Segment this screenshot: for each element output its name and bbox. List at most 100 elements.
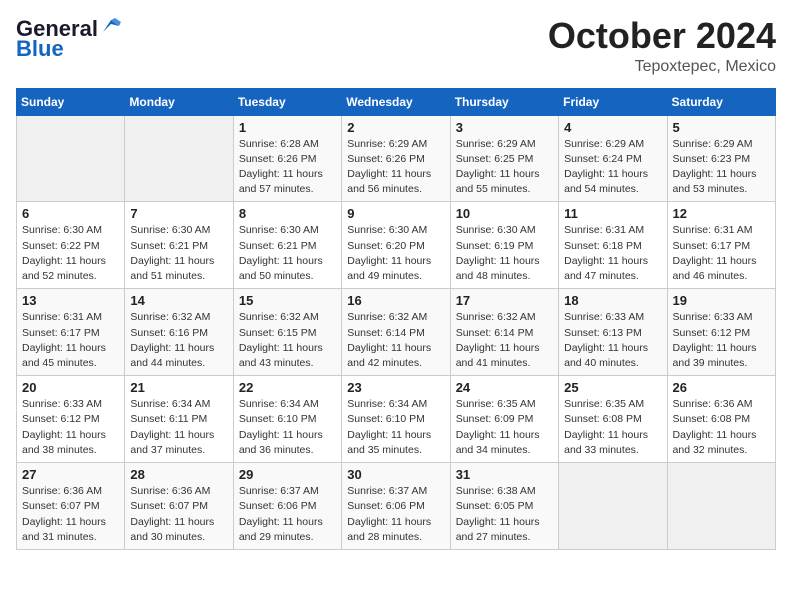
calendar-cell: 8Sunrise: 6:30 AMSunset: 6:21 PMDaylight… xyxy=(233,202,341,289)
calendar-cell: 1Sunrise: 6:28 AMSunset: 6:26 PMDaylight… xyxy=(233,115,341,202)
day-info: Sunrise: 6:32 AMSunset: 6:14 PMDaylight:… xyxy=(347,310,444,371)
calendar-cell xyxy=(125,115,233,202)
day-number: 11 xyxy=(564,206,661,221)
day-info: Sunrise: 6:30 AMSunset: 6:22 PMDaylight:… xyxy=(22,223,119,284)
calendar-cell: 31Sunrise: 6:38 AMSunset: 6:05 PMDayligh… xyxy=(450,463,558,550)
day-number: 18 xyxy=(564,293,661,308)
weekday-header: Tuesday xyxy=(233,88,341,115)
calendar-cell: 21 Sunrise: 6:34 AMSunset: 6:11 PMDayligh… xyxy=(125,376,233,463)
logo: General Blue xyxy=(16,16,121,62)
calendar-cell: 13 Sunrise: 6:31 AMSunset: 6:17 PMDayligh… xyxy=(17,289,125,376)
logo-bird-icon xyxy=(99,18,121,36)
day-number: 22 xyxy=(239,380,336,395)
day-info: Sunrise: 6:32 AMSunset: 6:15 PMDaylight:… xyxy=(239,310,336,371)
day-number: 15 xyxy=(239,293,336,308)
calendar-cell: 26 Sunrise: 6:36 AMSunset: 6:08 PMDayligh… xyxy=(667,376,775,463)
calendar-cell: 10Sunrise: 6:30 AMSunset: 6:19 PMDayligh… xyxy=(450,202,558,289)
day-number: 21 xyxy=(130,380,227,395)
day-number: 9 xyxy=(347,206,444,221)
day-info: Sunrise: 6:33 AMSunset: 6:12 PMDaylight:… xyxy=(673,310,770,371)
day-number: 26 xyxy=(673,380,770,395)
day-number: 14 xyxy=(130,293,227,308)
day-number: 10 xyxy=(456,206,553,221)
calendar-cell: 5Sunrise: 6:29 AMSunset: 6:23 PMDaylight… xyxy=(667,115,775,202)
day-info: Sunrise: 6:29 AMSunset: 6:24 PMDaylight:… xyxy=(564,137,661,198)
calendar-cell: 6Sunrise: 6:30 AMSunset: 6:22 PMDaylight… xyxy=(17,202,125,289)
day-info: Sunrise: 6:36 AMSunset: 6:07 PMDaylight:… xyxy=(22,484,119,545)
day-info: Sunrise: 6:33 AMSunset: 6:12 PMDaylight:… xyxy=(22,397,119,458)
day-info: Sunrise: 6:31 AMSunset: 6:17 PMDaylight:… xyxy=(673,223,770,284)
title-block: October 2024 Tepoxtepec, Mexico xyxy=(548,16,776,76)
logo-blue: Blue xyxy=(16,36,64,62)
weekday-header: Monday xyxy=(125,88,233,115)
calendar-cell: 2 Sunrise: 6:29 AMSunset: 6:26 PMDaylight… xyxy=(342,115,450,202)
calendar-table: SundayMondayTuesdayWednesdayThursdayFrid… xyxy=(16,88,776,550)
calendar-cell: 11 Sunrise: 6:31 AMSunset: 6:18 PMDayligh… xyxy=(559,202,667,289)
calendar-cell: 9Sunrise: 6:30 AMSunset: 6:20 PMDaylight… xyxy=(342,202,450,289)
day-info: Sunrise: 6:35 AMSunset: 6:09 PMDaylight:… xyxy=(456,397,553,458)
day-info: Sunrise: 6:29 AMSunset: 6:26 PMDaylight:… xyxy=(347,137,444,198)
day-number: 19 xyxy=(673,293,770,308)
weekday-header: Saturday xyxy=(667,88,775,115)
day-number: 25 xyxy=(564,380,661,395)
calendar-cell xyxy=(667,463,775,550)
day-number: 3 xyxy=(456,120,553,135)
calendar-cell: 27 Sunrise: 6:36 AMSunset: 6:07 PMDayligh… xyxy=(17,463,125,550)
calendar-cell: 24 Sunrise: 6:35 AMSunset: 6:09 PMDayligh… xyxy=(450,376,558,463)
calendar-cell: 22 Sunrise: 6:34 AMSunset: 6:10 PMDayligh… xyxy=(233,376,341,463)
calendar-cell: 19 Sunrise: 6:33 AMSunset: 6:12 PMDayligh… xyxy=(667,289,775,376)
day-number: 30 xyxy=(347,467,444,482)
day-number: 27 xyxy=(22,467,119,482)
calendar-cell xyxy=(17,115,125,202)
day-number: 13 xyxy=(22,293,119,308)
day-info: Sunrise: 6:30 AMSunset: 6:21 PMDaylight:… xyxy=(130,223,227,284)
calendar-cell: 16 Sunrise: 6:32 AMSunset: 6:14 PMDayligh… xyxy=(342,289,450,376)
day-info: Sunrise: 6:36 AMSunset: 6:07 PMDaylight:… xyxy=(130,484,227,545)
day-number: 12 xyxy=(673,206,770,221)
calendar-cell: 30 Sunrise: 6:37 AMSunset: 6:06 PMDayligh… xyxy=(342,463,450,550)
day-info: Sunrise: 6:33 AMSunset: 6:13 PMDaylight:… xyxy=(564,310,661,371)
calendar-cell xyxy=(559,463,667,550)
day-info: Sunrise: 6:36 AMSunset: 6:08 PMDaylight:… xyxy=(673,397,770,458)
day-info: Sunrise: 6:29 AMSunset: 6:25 PMDaylight:… xyxy=(456,137,553,198)
day-number: 16 xyxy=(347,293,444,308)
day-number: 17 xyxy=(456,293,553,308)
weekday-header: Thursday xyxy=(450,88,558,115)
day-number: 29 xyxy=(239,467,336,482)
calendar-cell: 12 Sunrise: 6:31 AMSunset: 6:17 PMDayligh… xyxy=(667,202,775,289)
day-info: Sunrise: 6:34 AMSunset: 6:11 PMDaylight:… xyxy=(130,397,227,458)
calendar-cell: 4Sunrise: 6:29 AMSunset: 6:24 PMDaylight… xyxy=(559,115,667,202)
day-number: 7 xyxy=(130,206,227,221)
calendar-cell: 29 Sunrise: 6:37 AMSunset: 6:06 PMDayligh… xyxy=(233,463,341,550)
calendar-cell: 25 Sunrise: 6:35 AMSunset: 6:08 PMDayligh… xyxy=(559,376,667,463)
calendar-cell: 28 Sunrise: 6:36 AMSunset: 6:07 PMDayligh… xyxy=(125,463,233,550)
day-info: Sunrise: 6:37 AMSunset: 6:06 PMDaylight:… xyxy=(347,484,444,545)
calendar-cell: 15 Sunrise: 6:32 AMSunset: 6:15 PMDayligh… xyxy=(233,289,341,376)
calendar-cell: 3 Sunrise: 6:29 AMSunset: 6:25 PMDaylight… xyxy=(450,115,558,202)
day-info: Sunrise: 6:31 AMSunset: 6:18 PMDaylight:… xyxy=(564,223,661,284)
day-info: Sunrise: 6:38 AMSunset: 6:05 PMDaylight:… xyxy=(456,484,553,545)
day-info: Sunrise: 6:29 AMSunset: 6:23 PMDaylight:… xyxy=(673,137,770,198)
day-info: Sunrise: 6:34 AMSunset: 6:10 PMDaylight:… xyxy=(239,397,336,458)
day-info: Sunrise: 6:32 AMSunset: 6:16 PMDaylight:… xyxy=(130,310,227,371)
month-title: October 2024 xyxy=(548,16,776,56)
day-info: Sunrise: 6:30 AMSunset: 6:21 PMDaylight:… xyxy=(239,223,336,284)
page-header: General Blue October 2024 Tepoxtepec, Me… xyxy=(16,16,776,76)
day-info: Sunrise: 6:34 AMSunset: 6:10 PMDaylight:… xyxy=(347,397,444,458)
day-info: Sunrise: 6:28 AMSunset: 6:26 PMDaylight:… xyxy=(239,137,336,198)
day-info: Sunrise: 6:31 AMSunset: 6:17 PMDaylight:… xyxy=(22,310,119,371)
weekday-header: Sunday xyxy=(17,88,125,115)
calendar-cell: 7 Sunrise: 6:30 AMSunset: 6:21 PMDaylight… xyxy=(125,202,233,289)
day-info: Sunrise: 6:35 AMSunset: 6:08 PMDaylight:… xyxy=(564,397,661,458)
calendar-cell: 14 Sunrise: 6:32 AMSunset: 6:16 PMDayligh… xyxy=(125,289,233,376)
day-info: Sunrise: 6:37 AMSunset: 6:06 PMDaylight:… xyxy=(239,484,336,545)
calendar-cell: 23 Sunrise: 6:34 AMSunset: 6:10 PMDayligh… xyxy=(342,376,450,463)
day-number: 24 xyxy=(456,380,553,395)
day-number: 23 xyxy=(347,380,444,395)
weekday-header: Friday xyxy=(559,88,667,115)
day-number: 2 xyxy=(347,120,444,135)
calendar-cell: 20Sunrise: 6:33 AMSunset: 6:12 PMDayligh… xyxy=(17,376,125,463)
location-title: Tepoxtepec, Mexico xyxy=(548,58,776,76)
day-number: 28 xyxy=(130,467,227,482)
day-info: Sunrise: 6:32 AMSunset: 6:14 PMDaylight:… xyxy=(456,310,553,371)
